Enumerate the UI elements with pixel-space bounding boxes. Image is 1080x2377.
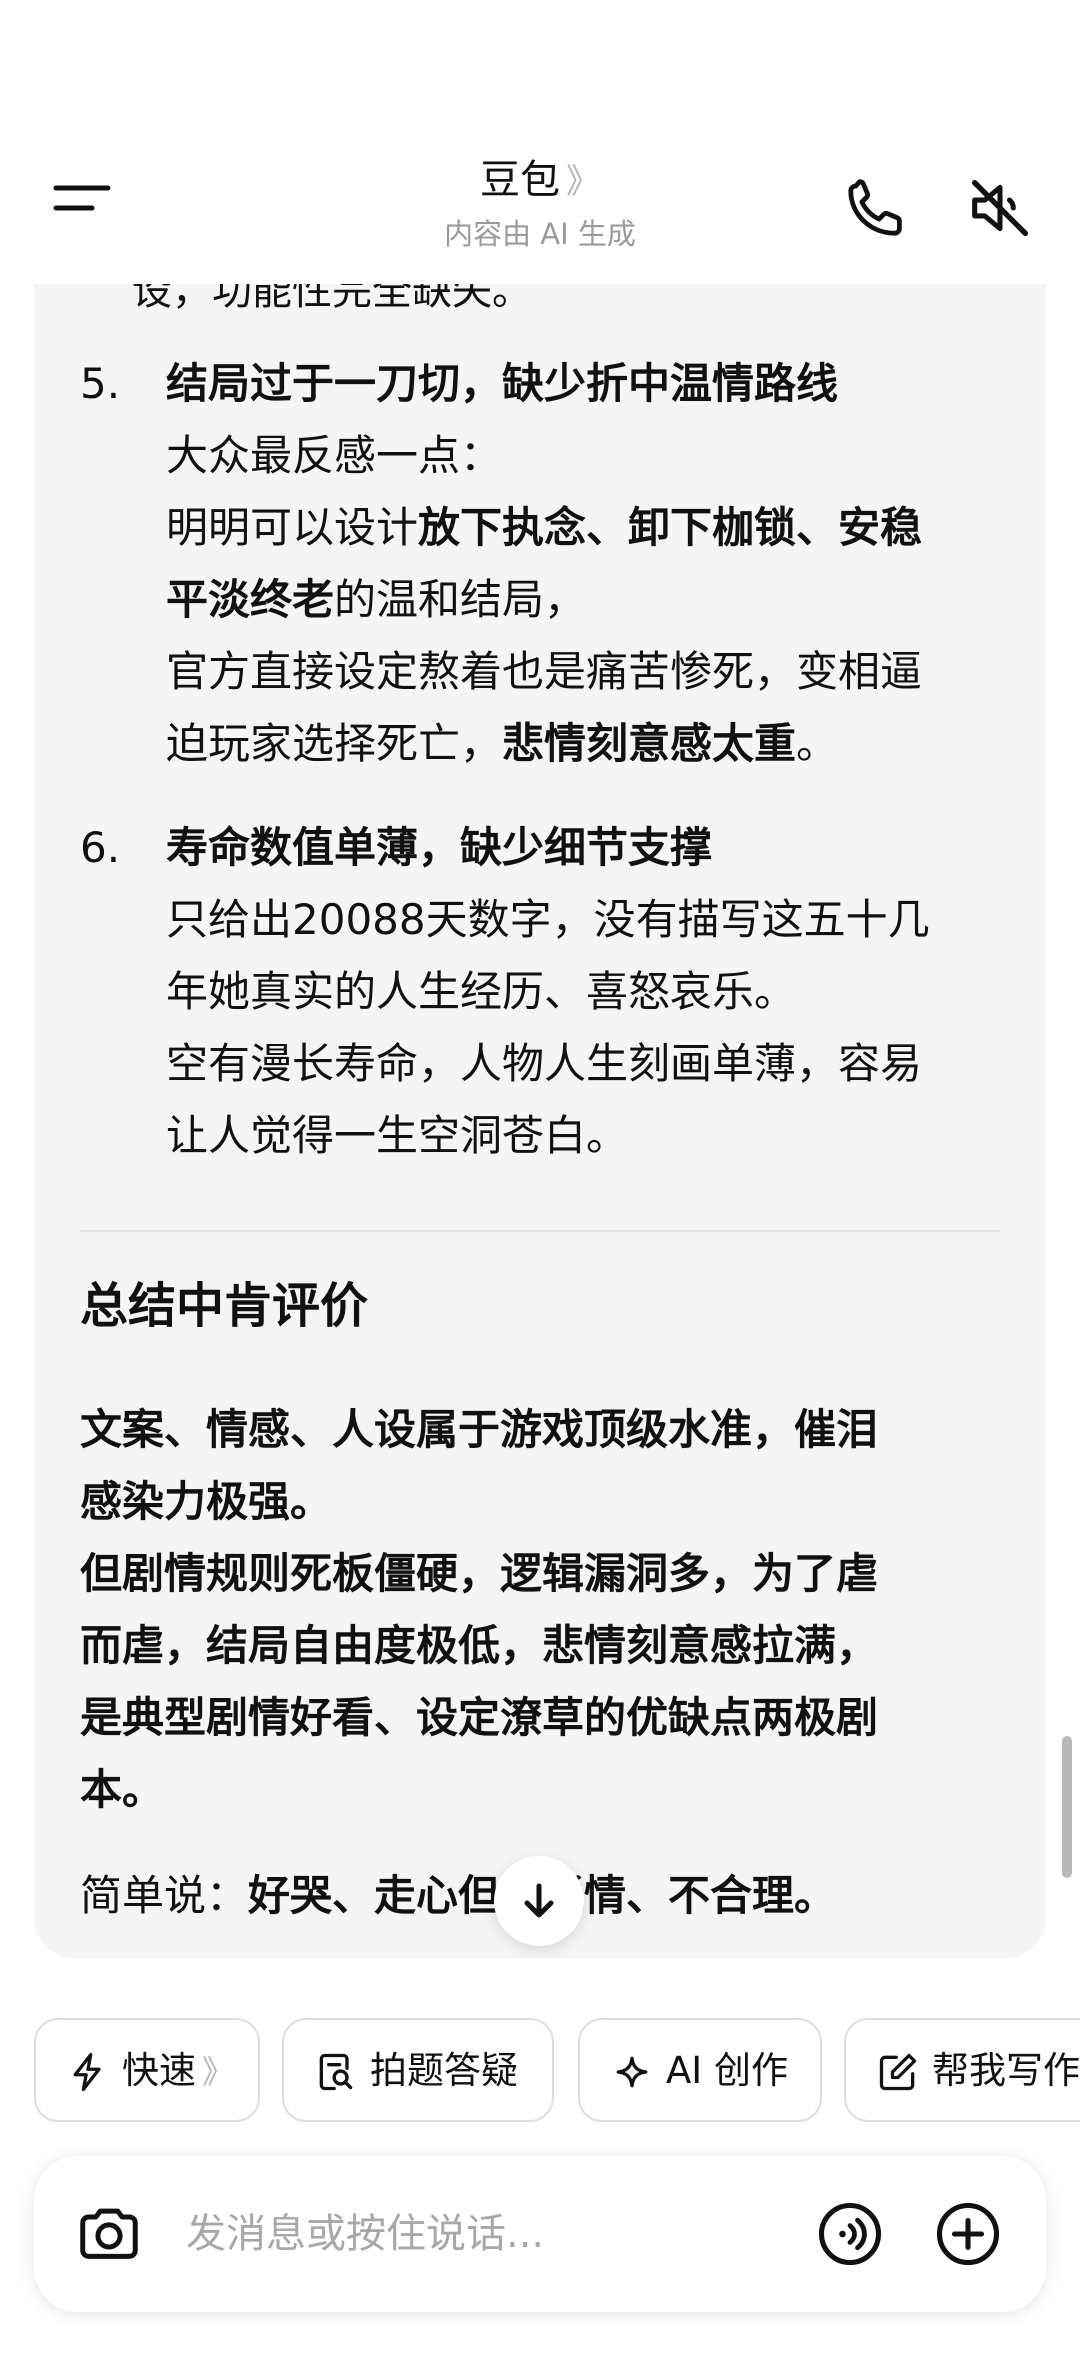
text-run: 让人觉得一生空洞苍白。	[166, 1111, 629, 1160]
chevron-right-icon: 》	[566, 162, 600, 202]
chip-label: 拍题答疑	[370, 2049, 518, 2092]
message-input[interactable]	[184, 2202, 784, 2266]
text-run: 年她真实的人生经历、喜怒哀乐。	[166, 967, 797, 1016]
summary-line: 是典型剧情好看、设定潦草的优缺点两极剧	[80, 1693, 879, 1742]
message-text-line: 只给出20088天数字，没有描写这五十几	[166, 884, 1046, 956]
message-text-line: 大众最反感一点：	[166, 420, 1046, 492]
sparkle-icon	[616, 2056, 648, 2088]
phone-icon	[848, 179, 902, 236]
message-text-line: 平淡终老的温和结局，	[166, 564, 1046, 636]
plus-icon	[936, 2202, 1000, 2266]
speaker-muted-icon	[971, 179, 1029, 237]
list-number: 6.	[80, 823, 121, 872]
lightning-icon	[73, 2052, 101, 2092]
bold-text-run: 平淡终老	[166, 575, 335, 624]
text-run: 的温和结局，	[334, 575, 587, 624]
chevron-right-icon: 》	[202, 2053, 235, 2091]
chip-label: 帮我写作	[932, 2049, 1080, 2092]
bold-text-run: 悲情刻意感太重	[502, 719, 797, 768]
summary-line: 感染力极强。	[80, 1477, 333, 1526]
summary-heading: 总结中肯评价	[80, 1278, 369, 1334]
chip-help-write[interactable]: 帮我写作	[844, 2018, 1080, 2122]
simple-prefix: 简单说：	[80, 1871, 249, 1920]
section-divider	[80, 1230, 1000, 1232]
simple-conclusion: 简单说：好哭、走心但不通情、不合理。	[80, 1860, 836, 1932]
summary-paragraph: 文案、情感、人设属于游戏顶级水准，催泪 感染力极强。 但剧情规则死板僵硬，逻辑漏…	[80, 1394, 1010, 1826]
message-text-line: 迫玩家选择死亡，悲情刻意感太重。	[166, 708, 1046, 780]
message-text-line: 明明可以设计放下执念、卸下枷锁、安稳	[166, 492, 1046, 564]
message-text-line: 空有漫长寿命，人物人生刻画单薄，容易	[166, 1028, 1046, 1100]
bold-text-run: 放下执念、卸下枷锁、安稳	[418, 503, 923, 552]
list-number: 5.	[80, 359, 121, 408]
text-run: 官方直接设定熬着也是痛苦惨死，变相逼	[166, 647, 923, 696]
chat-title-area[interactable]: 豆包》 内容由 AI 生成	[0, 150, 1080, 256]
message-text-line: 让人觉得一生空洞苍白。	[166, 1100, 1046, 1172]
quick-actions-bar: 快速》 拍题答疑 AI 创作 帮我写作	[34, 2018, 1080, 2122]
text-run: 空有漫长寿命，人物人生刻画单薄，容易	[166, 1039, 923, 1088]
text-run: 只给出20088天数字，没有描写这五十几	[166, 895, 930, 944]
summary-line: 本。	[80, 1765, 165, 1814]
text-run: 。	[796, 719, 839, 768]
simple-bold-text: 好哭、走心	[248, 1871, 459, 1920]
arrow-down-icon	[524, 1883, 554, 1918]
text-run: 明明可以设计	[166, 503, 419, 552]
camera-button[interactable]	[74, 2198, 144, 2268]
ai-message-card: 设，功能性完全缺失。 5. 结局过于一刀切，缺少折中温情路线 大众最反感一点：明…	[34, 230, 1046, 1958]
summary-line: 但剧情规则死板僵硬，逻辑漏洞多，为了虐	[80, 1549, 879, 1598]
list-item-body: 只给出20088天数字，没有描写这五十几 年她真实的人生经历、喜怒哀乐。空有漫长寿…	[166, 884, 1046, 1172]
summary-line: 而虐，结局自由度极低，悲情刻意感拉满，	[80, 1621, 879, 1670]
message-composer	[34, 2156, 1046, 2312]
scroll-to-bottom-button[interactable]	[494, 1856, 584, 1946]
list-item-title: 寿命数值单薄，缺少细节支撑	[166, 823, 713, 872]
chip-label: AI 创作	[666, 2049, 788, 2092]
list-item-body: 大众最反感一点： 明明可以设计放下执念、卸下枷锁、安稳 平淡终老的温和结局， 官方直接…	[166, 420, 1046, 780]
ai-generated-notice: 内容由 AI 生成	[444, 217, 636, 251]
summary-line: 文案、情感、人设属于游戏顶级水准，催泪	[80, 1405, 879, 1454]
text-run: 大众最反感一点：	[166, 431, 503, 480]
mute-toggle-button[interactable]	[962, 170, 1038, 246]
chip-ai-create[interactable]: AI 创作	[578, 2018, 822, 2122]
voice-wave-icon	[818, 2202, 882, 2266]
camera-icon	[80, 2208, 138, 2259]
text-run: 迫玩家选择死亡，	[166, 719, 503, 768]
edit-icon	[879, 2053, 917, 2091]
chip-fast-mode[interactable]: 快速》	[34, 2018, 260, 2122]
chat-title[interactable]: 豆包》	[0, 150, 1080, 212]
chat-title-text: 豆包	[480, 157, 560, 203]
more-options-button[interactable]	[932, 2198, 1004, 2270]
app-header: 豆包》 内容由 AI 生成	[0, 0, 1080, 284]
chip-label: 快速》	[122, 2049, 235, 2092]
scrollbar-thumb[interactable]	[1062, 1736, 1072, 1878]
message-text-line: 官方直接设定熬着也是痛苦惨死，变相逼	[166, 636, 1046, 708]
voice-call-button[interactable]	[840, 172, 912, 244]
list-item-title: 结局过于一刀切，缺少折中温情路线	[166, 359, 839, 408]
chip-photo-question[interactable]: 拍题答疑	[282, 2018, 554, 2122]
photo-search-icon	[319, 2053, 353, 2091]
voice-input-button[interactable]	[814, 2198, 886, 2270]
message-text-line: 年她真实的人生经历、喜怒哀乐。	[166, 956, 1046, 1028]
